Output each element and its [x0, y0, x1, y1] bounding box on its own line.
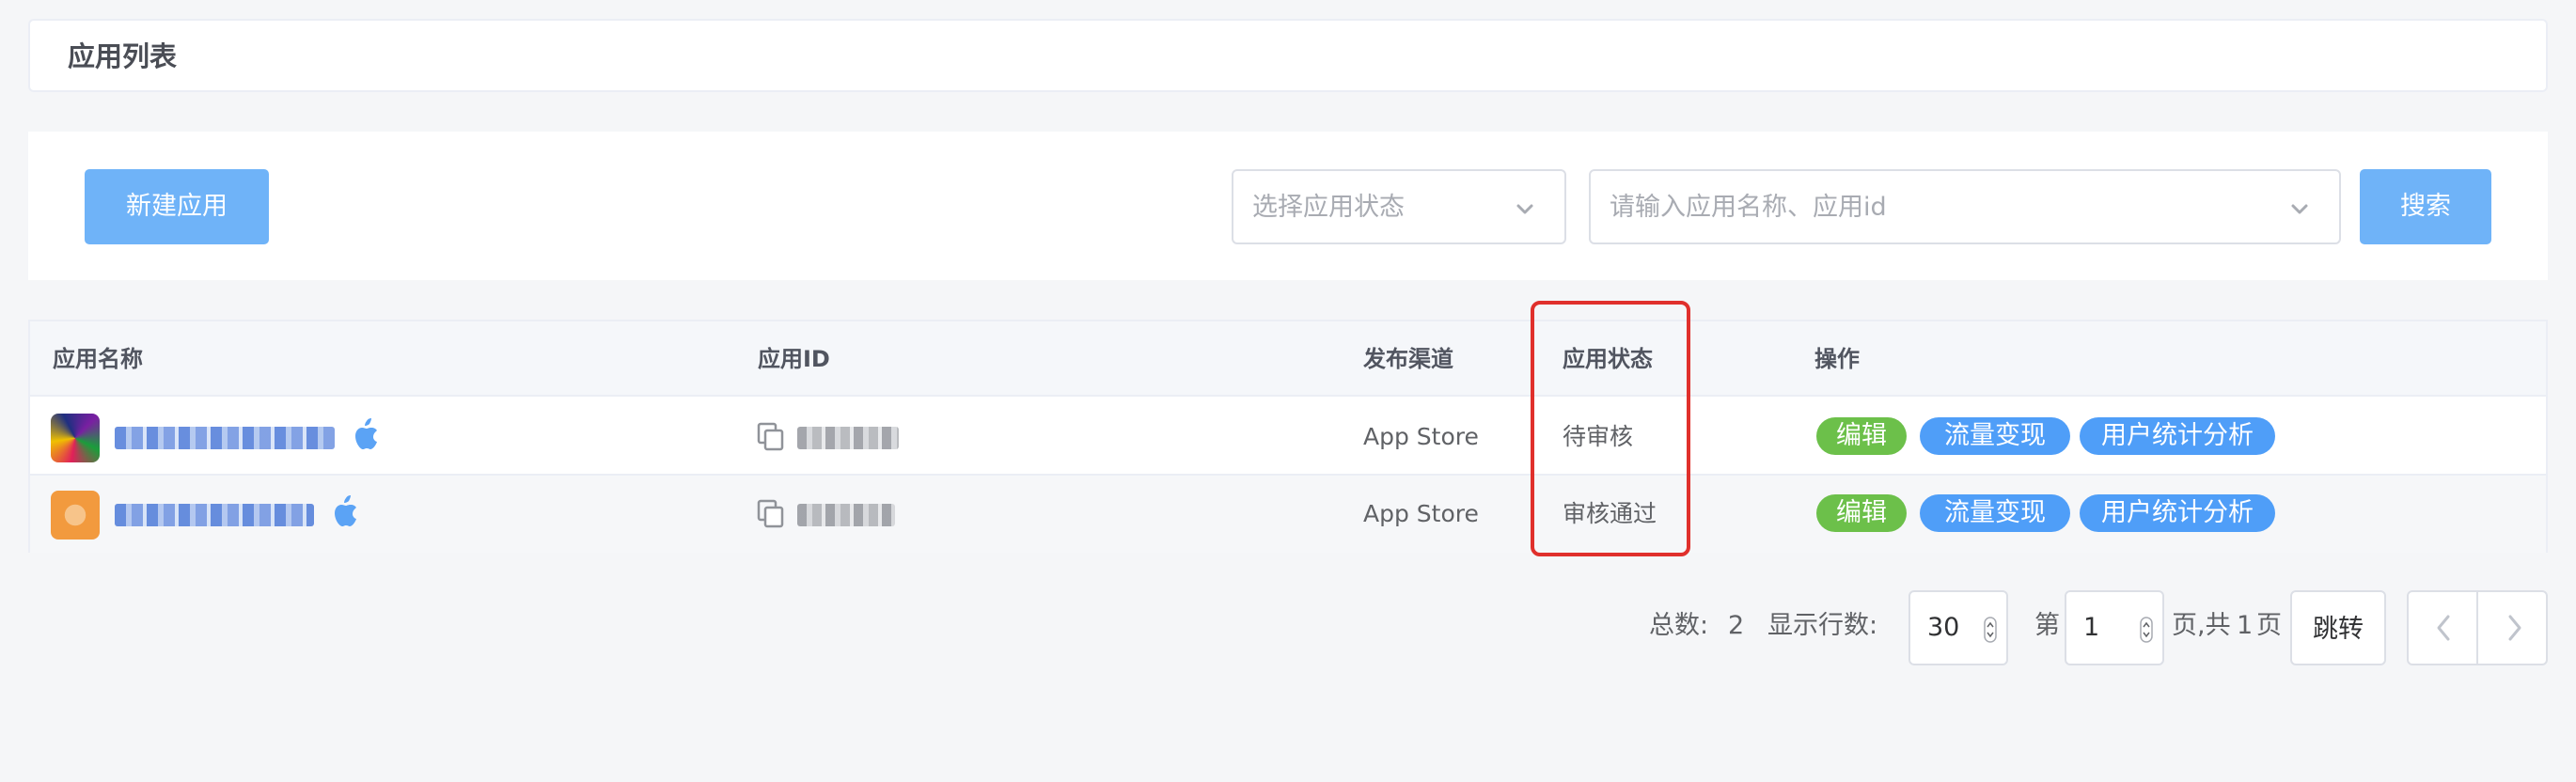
jump-button[interactable]: 跳转 [2290, 590, 2386, 665]
keyword-search-placeholder: 请输入应用名称、应用id [1610, 193, 1887, 222]
total-label: 总数: [1649, 611, 1709, 640]
column-header-channel: 发布渠道 [1363, 346, 1453, 372]
status-select[interactable]: 选择应用状态 [1232, 169, 1566, 244]
total-count: 2 [1728, 611, 1745, 640]
status-select-placeholder: 选择应用状态 [1252, 193, 1405, 222]
page-total: 1 [2237, 611, 2254, 640]
table-row: App Store 审核通过 编辑 流量变现 用户统计分析 [30, 476, 2546, 553]
table-row: App Store 待审核 编辑 流量变现 用户统计分析 [30, 399, 2546, 476]
app-icon [51, 491, 100, 540]
app-id-redacted [797, 427, 899, 449]
column-header-actions: 操作 [1814, 346, 1860, 372]
apple-icon [355, 418, 377, 449]
user-analytics-button[interactable]: 用户统计分析 [2080, 417, 2275, 455]
app-icon [51, 414, 100, 462]
copy-icon[interactable] [756, 421, 786, 453]
user-analytics-button[interactable]: 用户统计分析 [2080, 494, 2275, 532]
edit-button[interactable]: 编辑 [1816, 494, 1907, 532]
rows-per-page-value: 30 [1927, 613, 1960, 642]
search-button[interactable]: 搜索 [2360, 169, 2491, 244]
page-input[interactable]: 1 [2065, 590, 2164, 665]
pagination: 总数: 2 显示行数: 30 第 1 页,共 1 页 跳转 [0, 590, 2576, 665]
page-prefix: 第 [2034, 611, 2060, 640]
app-name-redacted[interactable] [115, 504, 314, 526]
rows-per-page-label: 显示行数: [1767, 611, 1878, 640]
chevron-down-icon [2291, 204, 2308, 214]
apple-icon [335, 495, 356, 526]
status-column-highlight [1531, 301, 1690, 556]
page-header-card: 应用列表 [28, 19, 2548, 92]
page-value: 1 [2083, 613, 2100, 642]
chevron-right-icon [2508, 615, 2521, 641]
rows-per-page-input[interactable]: 30 [1908, 590, 2008, 665]
next-page-button[interactable] [2478, 592, 2548, 664]
table-header: 应用名称 应用ID 发布渠道 应用状态 操作 [30, 321, 2546, 397]
app-id-redacted [797, 504, 895, 526]
new-app-button[interactable]: 新建应用 [85, 169, 269, 244]
channel-cell: App Store [1363, 500, 1479, 527]
app-name-redacted[interactable] [115, 427, 335, 449]
spinner-icon[interactable] [1984, 617, 1997, 643]
channel-cell: App Store [1363, 423, 1479, 450]
chevron-down-icon [1516, 204, 1533, 214]
column-header-name: 应用名称 [53, 346, 143, 372]
monetize-button[interactable]: 流量变现 [1920, 417, 2070, 455]
copy-icon[interactable] [756, 498, 786, 530]
keyword-search-input[interactable]: 请输入应用名称、应用id [1589, 169, 2341, 244]
page-title: 应用列表 [68, 40, 178, 72]
chevron-left-icon [2437, 615, 2450, 641]
app-table: 应用名称 应用ID 发布渠道 应用状态 操作 App Store 待审核 编辑 … [28, 320, 2548, 553]
edit-button[interactable]: 编辑 [1816, 417, 1907, 455]
page-unit: 页 [2256, 611, 2282, 640]
monetize-button[interactable]: 流量变现 [1920, 494, 2070, 532]
toolbar: 新建应用 选择应用状态 请输入应用名称、应用id 搜索 [28, 132, 2548, 280]
column-header-app-id: 应用ID [758, 346, 830, 372]
prev-page-button[interactable] [2409, 592, 2478, 664]
page-suffix: 页,共 [2172, 611, 2231, 640]
spinner-icon[interactable] [2140, 617, 2153, 643]
page-nav [2407, 590, 2548, 665]
